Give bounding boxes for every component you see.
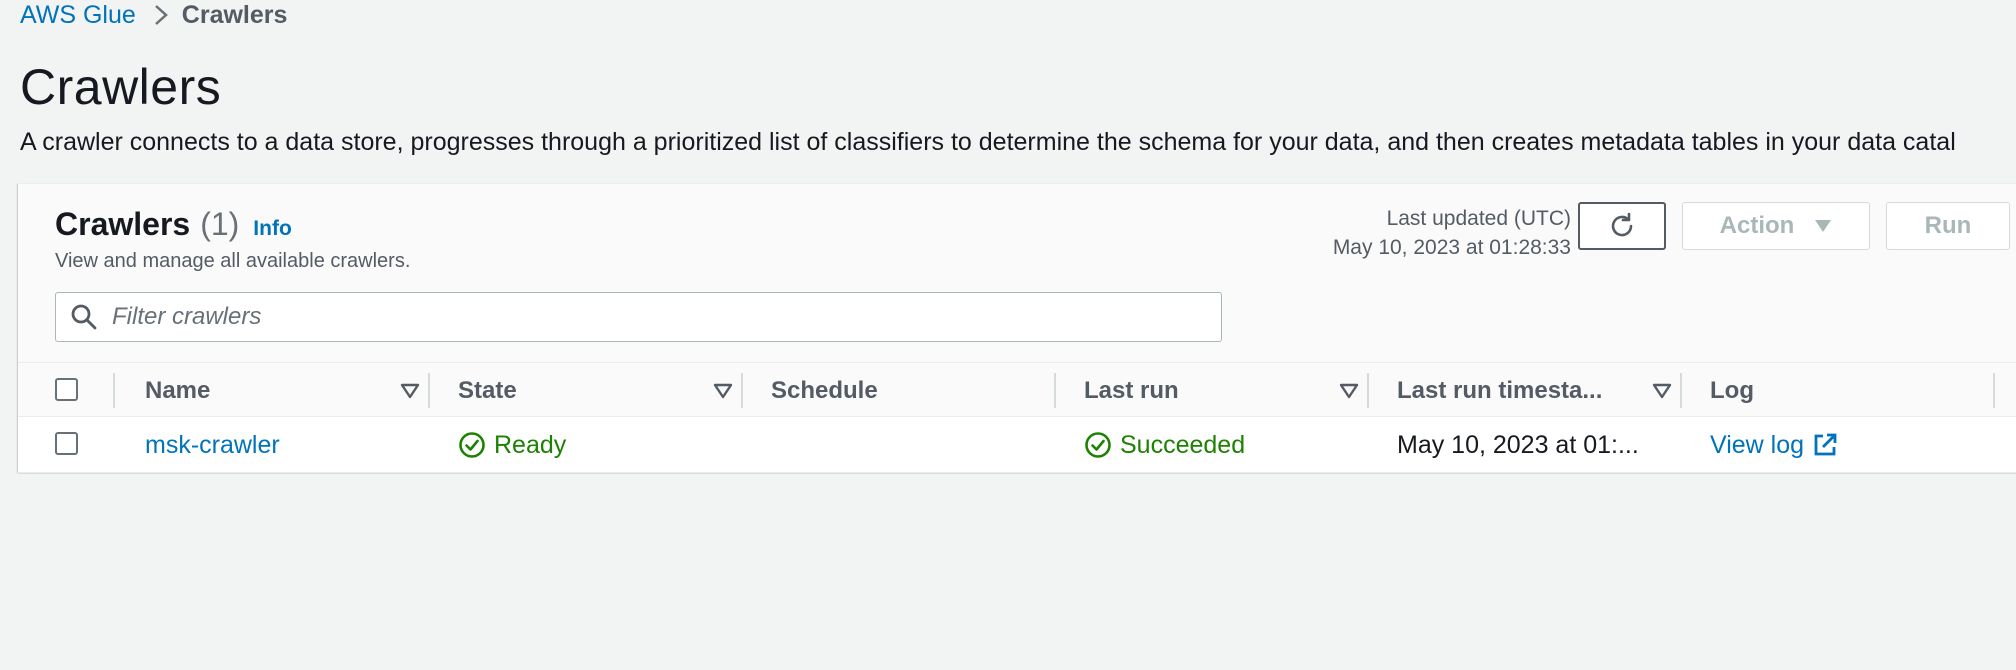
crawler-state: Ready [458, 417, 566, 473]
table-row: msk-crawler Ready Succeeded May 10, 2023… [18, 417, 2016, 473]
refresh-button[interactable] [1578, 202, 1666, 250]
page-description: A crawler connects to a data store, prog… [20, 128, 1956, 156]
column-header-last-run[interactable]: Last run [1084, 363, 1364, 418]
select-all-checkbox[interactable] [55, 378, 78, 401]
caret-down-icon [1814, 219, 1832, 233]
filter-crawlers-input[interactable] [112, 303, 1192, 331]
panel-header: Crawlers (1) Info View and manage all av… [18, 184, 2016, 362]
chevron-right-icon [154, 4, 168, 26]
column-header-last-run-timestamp[interactable]: Last run timesta... [1397, 363, 1677, 418]
view-log-label: View log [1710, 430, 1805, 459]
last-updated: Last updated (UTC) May 10, 2023 at 01:28… [1333, 204, 1571, 262]
crawler-state-label: Ready [494, 430, 567, 459]
page-title: Crawlers [20, 59, 222, 115]
crawler-count: (1) [200, 206, 240, 242]
column-header-schedule-label: Schedule [771, 376, 878, 404]
column-divider [1680, 373, 1682, 408]
view-log-link[interactable]: View log [1710, 417, 1838, 473]
last-updated-label: Last updated (UTC) [1386, 207, 1571, 230]
crawler-last-run-timestamp: May 10, 2023 at 01:... [1397, 430, 1639, 459]
column-header-last-run-timestamp-label: Last run timesta... [1397, 376, 1603, 404]
sort-caret-icon[interactable] [400, 383, 420, 399]
column-divider [1054, 373, 1056, 408]
action-label: Action [1719, 212, 1795, 239]
column-header-state-label: State [458, 376, 517, 404]
last-updated-value: May 10, 2023 at 01:28:33 [1332, 236, 1571, 259]
column-header-schedule: Schedule [771, 363, 1051, 418]
filter-crawlers-search [55, 292, 1222, 342]
column-header-log-label: Log [1710, 376, 1754, 404]
check-circle-icon [458, 431, 486, 459]
column-header-name-label: Name [145, 376, 211, 404]
column-header-name[interactable]: Name [145, 363, 425, 418]
breadcrumb-current: Crawlers [181, 0, 288, 29]
column-divider [113, 373, 115, 408]
column-header-log: Log [1710, 363, 1990, 418]
panel-title-text: Crawlers [55, 206, 191, 242]
column-header-state[interactable]: State [458, 363, 738, 418]
column-divider [741, 373, 743, 408]
breadcrumb-aws-glue-link[interactable]: AWS Glue [20, 1, 136, 30]
action-dropdown-button[interactable]: Action [1682, 202, 1870, 250]
refresh-icon [1607, 211, 1637, 241]
sort-caret-icon[interactable] [713, 383, 733, 399]
crawler-last-run: Succeeded [1084, 417, 1245, 473]
crawler-name-link[interactable]: msk-crawler [145, 417, 280, 473]
run-label: Run [1924, 212, 1972, 239]
column-divider [1993, 373, 1995, 408]
panel-title: Crawlers (1) Info [55, 206, 292, 243]
crawlers-table-panel: Crawlers (1) Info View and manage all av… [18, 183, 2016, 473]
column-divider [1367, 373, 1369, 408]
info-link[interactable]: Info [253, 217, 291, 241]
row-select-checkbox[interactable] [55, 432, 78, 455]
sort-caret-icon[interactable] [1652, 383, 1672, 399]
run-button[interactable]: Run [1886, 202, 2010, 250]
breadcrumb: AWS Glue Crawlers [20, 0, 287, 30]
crawler-last-run-label: Succeeded [1120, 430, 1246, 459]
column-header-last-run-label: Last run [1084, 376, 1179, 404]
external-link-icon [1812, 432, 1838, 458]
sort-caret-icon[interactable] [1339, 383, 1359, 399]
column-divider [428, 373, 430, 408]
check-circle-icon [1084, 431, 1112, 459]
search-icon [70, 303, 98, 331]
panel-subtitle: View and manage all available crawlers. [55, 250, 411, 272]
table-header: Name State Schedule Last run Last run ti… [18, 362, 2016, 417]
